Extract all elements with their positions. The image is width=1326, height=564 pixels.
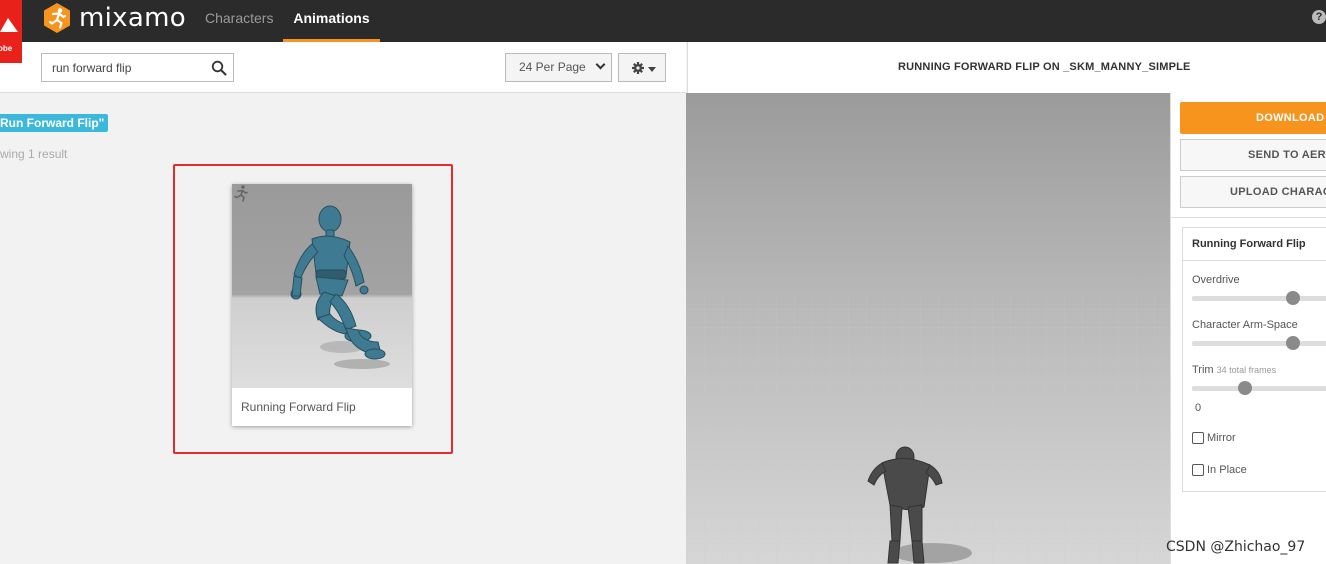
top-nav: mixamo Characters Animations ? bbox=[0, 0, 1326, 42]
settings-title: Running Forward Flip bbox=[1192, 238, 1306, 250]
per-page-select[interactable]: 24 Per Page bbox=[505, 53, 612, 82]
in-place-label: In Place bbox=[1207, 464, 1247, 476]
adobe-logo-icon bbox=[0, 18, 18, 32]
right-control-panel: DOWNLOAD SEND TO AER UPLOAD CHARAC Runni… bbox=[1170, 93, 1326, 564]
animation-settings: Running Forward Flip Overdrive Character… bbox=[1182, 227, 1326, 492]
settings-dropdown-button[interactable] bbox=[618, 53, 666, 82]
arm-space-slider-thumb[interactable] bbox=[1285, 336, 1300, 350]
viewport-header: RUNNING FORWARD FLIP ON _SKM_MANNY_SIMPL… bbox=[687, 42, 1326, 93]
3d-viewport[interactable] bbox=[686, 93, 1170, 564]
trim-slider[interactable] bbox=[1192, 381, 1326, 395]
gear-icon bbox=[632, 62, 644, 74]
search-input[interactable] bbox=[42, 54, 207, 81]
upload-character-button[interactable]: UPLOAD CHARAC bbox=[1180, 176, 1326, 208]
per-page-value: 24 Per Page bbox=[519, 60, 586, 74]
animation-card[interactable]: Running Forward Flip bbox=[232, 184, 412, 426]
search-field[interactable] bbox=[41, 53, 234, 82]
running-man-icon bbox=[234, 185, 248, 202]
arm-space-label: Character Arm-Space bbox=[1192, 319, 1298, 331]
trim-start-value: 0 bbox=[1195, 402, 1202, 414]
result-count: wing 1 result bbox=[0, 147, 68, 161]
search-icon[interactable] bbox=[211, 60, 227, 76]
animation-thumbnail bbox=[232, 184, 412, 388]
character-pose-thumbnail bbox=[290, 205, 390, 369]
app-name: mixamo bbox=[79, 3, 186, 33]
mirror-label: Mirror bbox=[1207, 432, 1236, 444]
overdrive-label: Overdrive bbox=[1192, 274, 1240, 286]
mixamo-runner-icon bbox=[44, 3, 70, 33]
adobe-badge-text: obe bbox=[0, 44, 13, 53]
trim-label-text: Trim bbox=[1192, 364, 1214, 376]
overdrive-slider-thumb[interactable] bbox=[1285, 291, 1300, 305]
mirror-checkbox[interactable] bbox=[1192, 432, 1204, 444]
adobe-badge[interactable]: obe bbox=[0, 0, 22, 63]
help-icon[interactable]: ? bbox=[1312, 10, 1326, 24]
search-toolbar: 24 Per Page bbox=[0, 42, 686, 93]
trim-label: Trim 34 total frames bbox=[1192, 364, 1276, 376]
panel-divider bbox=[1171, 217, 1326, 218]
caret-down-icon bbox=[648, 67, 656, 72]
watermark: CSDN @Zhichao_97 bbox=[1166, 539, 1306, 555]
viewport-grid-floor bbox=[686, 293, 1170, 564]
search-filter-tag[interactable]: Run Forward Flip" bbox=[0, 114, 109, 132]
tab-characters[interactable]: Characters bbox=[205, 0, 273, 42]
overdrive-slider[interactable] bbox=[1192, 291, 1326, 305]
download-button[interactable]: DOWNLOAD bbox=[1180, 102, 1326, 134]
settings-divider bbox=[1183, 260, 1326, 261]
animation-card-title: Running Forward Flip bbox=[241, 400, 356, 414]
chevron-down-icon bbox=[595, 59, 606, 70]
arm-space-slider[interactable] bbox=[1192, 336, 1326, 350]
mirror-option[interactable]: Mirror bbox=[1192, 432, 1236, 444]
trim-start-thumb[interactable] bbox=[1237, 381, 1252, 395]
tab-animations[interactable]: Animations bbox=[283, 0, 380, 42]
in-place-option[interactable]: In Place bbox=[1192, 464, 1247, 476]
in-place-checkbox[interactable] bbox=[1192, 464, 1204, 476]
trim-frame-count: 34 total frames bbox=[1216, 365, 1277, 375]
viewport-title: RUNNING FORWARD FLIP ON _SKM_MANNY_SIMPL… bbox=[898, 61, 1191, 73]
send-to-aero-button[interactable]: SEND TO AER bbox=[1180, 139, 1326, 171]
mixamo-logo[interactable]: mixamo bbox=[42, 2, 186, 34]
